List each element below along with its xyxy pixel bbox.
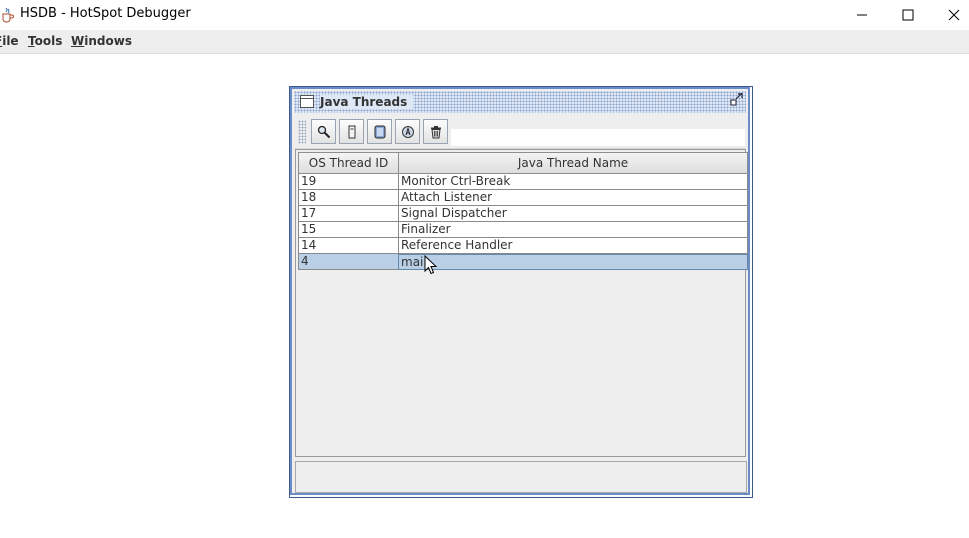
- table-row[interactable]: 14 Reference Handler: [298, 238, 748, 254]
- minimize-icon: [857, 14, 867, 16]
- table-header: OS Thread ID Java Thread Name: [298, 152, 748, 174]
- cell-os-thread-id: 14: [298, 238, 399, 254]
- cell-java-thread-name: main: [398, 254, 748, 270]
- stack-memory-button[interactable]: [339, 119, 364, 144]
- close-button[interactable]: [931, 0, 969, 30]
- column-header-java-thread-name[interactable]: Java Thread Name: [398, 152, 748, 174]
- cell-os-thread-id: 15: [298, 222, 399, 238]
- cell-java-thread-name: Attach Listener: [398, 190, 748, 206]
- column-header-os-thread-id[interactable]: OS Thread ID: [298, 152, 399, 174]
- cell-java-thread-name: Finalizer: [398, 222, 748, 238]
- cell-os-thread-id: 18: [298, 190, 399, 206]
- delete-button[interactable]: [423, 119, 448, 144]
- java-cup-icon: [2, 7, 14, 23]
- find-crashes-button[interactable]: [395, 119, 420, 144]
- menu-file[interactable]: File: [0, 34, 19, 48]
- toolbar-grip[interactable]: [298, 120, 306, 144]
- close-icon: [948, 9, 960, 21]
- frame-toolbar: [294, 116, 746, 149]
- menu-windows[interactable]: Windows: [71, 34, 132, 48]
- maximize-button[interactable]: [885, 0, 931, 30]
- cell-java-thread-name: Signal Dispatcher: [398, 206, 748, 222]
- restore-icon[interactable]: [730, 93, 744, 107]
- title-bar: HSDB - HotSpot Debugger: [0, 0, 969, 30]
- cell-java-thread-name: Reference Handler: [398, 238, 748, 254]
- table-body: 19 Monitor Ctrl-Break 18 Attach Listener…: [298, 174, 748, 270]
- stack-memory-icon: [348, 125, 356, 139]
- trash-icon: [431, 126, 441, 139]
- cell-os-thread-id: 17: [298, 206, 399, 222]
- java-threads-frame: Java Threads OS Thread ID Java Thread Na…: [290, 87, 750, 495]
- cell-java-thread-name: Monitor Ctrl-Break: [398, 174, 748, 190]
- inspect-thread-button[interactable]: [311, 119, 336, 144]
- cell-os-thread-id: 4: [298, 254, 399, 270]
- minimize-button[interactable]: [839, 0, 885, 30]
- cell-os-thread-id: 19: [298, 174, 399, 190]
- frame-title: Java Threads: [320, 95, 414, 109]
- table-row[interactable]: 18 Attach Listener: [298, 190, 748, 206]
- thread-info-icon: [374, 125, 386, 139]
- menu-tools[interactable]: Tools: [28, 34, 62, 48]
- thread-info-button[interactable]: [367, 119, 392, 144]
- threads-table: OS Thread ID Java Thread Name 19 Monitor…: [295, 149, 748, 457]
- frame-title-bar[interactable]: Java Threads: [294, 91, 746, 113]
- table-row-selected[interactable]: 4 main: [298, 254, 748, 270]
- inspect-magnifier-icon: [317, 125, 331, 139]
- table-row[interactable]: 15 Finalizer: [298, 222, 748, 238]
- table-row[interactable]: 19 Monitor Ctrl-Break: [298, 174, 748, 190]
- maximize-icon: [902, 9, 914, 21]
- find-crashes-icon: [402, 126, 414, 138]
- bottom-status-panel: [295, 461, 747, 493]
- toolbar-empty-area: [451, 129, 745, 146]
- window-title: HSDB - HotSpot Debugger: [20, 6, 191, 21]
- window-icon: [300, 95, 314, 108]
- table-row[interactable]: 17 Signal Dispatcher: [298, 206, 748, 222]
- menu-bar: File Tools Windows: [0, 30, 969, 54]
